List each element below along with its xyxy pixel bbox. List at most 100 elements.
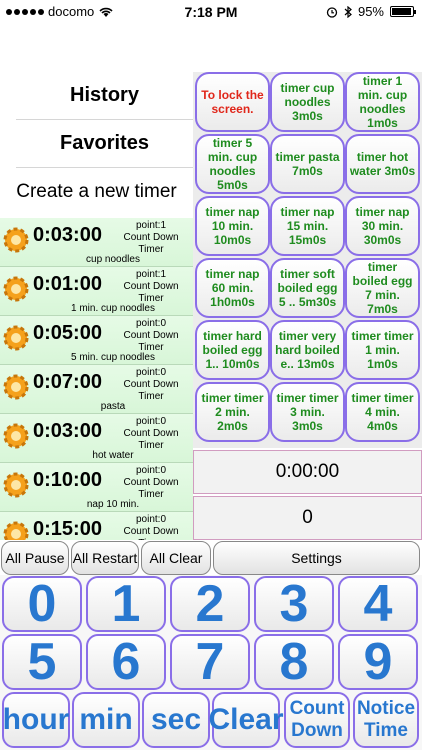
bluetooth-icon [344,5,352,18]
timer-name: cup noodles [86,254,140,265]
preset-button[interactable]: timer timer 4 min. 4m0s [345,382,420,442]
timer-point: point:0 [135,465,167,476]
history-button[interactable]: History [16,72,193,120]
timer-point: point:0 [135,416,167,427]
gear-icon[interactable] [1,519,31,540]
timer-time: 0:03:00 [33,420,102,442]
preset-button[interactable]: timer nap 60 min. 1h0m0s [195,258,270,318]
gear-icon[interactable] [1,274,31,304]
key-5[interactable]: 5 [2,633,82,691]
timer-point: point:0 [135,367,167,378]
key-0[interactable]: 0 [2,575,82,633]
status-bar: docomo 7:18 PM 95% [0,0,422,24]
all-clear-button[interactable]: All Clear [141,541,211,575]
battery-icon [390,6,416,17]
key-2[interactable]: 2 [170,575,250,633]
preset-button[interactable]: timer nap 15 min. 15m0s [270,196,345,256]
preset-button[interactable]: timer 1 min. cup noodles 1m0s [345,72,420,132]
timer-meta: point:1 Count Down Timer [113,220,189,256]
gear-icon[interactable] [1,323,31,353]
key-3[interactable]: 3 [254,575,334,633]
timer-name: pasta [100,401,126,412]
all-pause-button[interactable]: All Pause [1,541,69,575]
preset-button[interactable]: timer nap 30 min. 30m0s [345,196,420,256]
timer-time: 0:05:00 [33,322,102,344]
timer-name: nap 10 min. [86,499,140,510]
hour-button[interactable]: hour [2,692,70,748]
preset-grid: To lock the screen. timer cup noodles 3m… [193,72,422,448]
timer-list[interactable]: 0:03:00 point:1 Count Down Timer cup noodl… [0,218,193,540]
timer-point: point:1 [135,269,167,280]
timer-meta: point:1 Count Down Timer [113,269,189,305]
settings-button[interactable]: Settings [213,541,420,575]
preset-button[interactable]: timer timer 1 min. 1m0s [345,320,420,380]
key-9[interactable]: 9 [338,633,418,691]
preset-button[interactable]: timer hard boiled egg 1.. 10m0s [195,320,270,380]
preset-button[interactable]: timer nap 10 min. 10m0s [195,196,270,256]
timer-time: 0:10:00 [33,469,102,491]
preset-button[interactable]: timer soft boiled egg 5 .. 5m30s [270,258,345,318]
gear-icon[interactable] [1,470,31,500]
timer-row[interactable]: 0:01:00 point:1 Count Down Timer 1 min. cu… [0,267,193,316]
status-right: 95% [326,4,416,19]
timer-mode: Count Down [123,477,179,488]
preset-button[interactable]: timer hot water 3m0s [345,134,420,194]
preset-button[interactable]: timer timer 3 min. 3m0s [270,382,345,442]
timer-row[interactable]: 0:10:00 point:0 Count Down Timer nap 10 mi… [0,463,193,512]
create-timer-button[interactable]: Create a new timer [0,168,193,216]
timer-mode: Count Down [123,232,179,243]
timer-time: 0:03:00 [33,224,102,246]
preset-button[interactable]: timer boiled egg 7 min. 7m0s [345,258,420,318]
timer-point: point:0 [135,514,167,525]
timer-type: Timer [113,538,189,540]
preset-button[interactable]: timer very hard boiled e.. 13m0s [270,320,345,380]
count-down-button[interactable]: Count Down [284,692,350,748]
timer-time: 0:07:00 [33,371,102,393]
min-button[interactable]: min [72,692,140,748]
timer-row[interactable]: 0:07:00 point:0 Count Down Timer pasta [0,365,193,414]
timer-point: point:0 [135,318,167,329]
preset-button[interactable]: timer cup noodles 3m0s [270,72,345,132]
timer-name: 5 min. cup noodles [71,352,155,363]
timer-row[interactable]: 0:03:00 point:1 Count Down Timer cup noodl… [0,218,193,267]
battery-label: 95% [357,4,384,19]
timer-mode: Count Down [123,281,179,292]
key-8[interactable]: 8 [254,633,334,691]
timer-name: hot water [92,450,134,461]
clear-button[interactable]: Clear [208,692,284,748]
timer-time: 0:15:00 [33,518,102,540]
timer-row[interactable]: 0:03:00 point:0 Count Down Timer hot water [0,414,193,463]
gear-icon[interactable] [1,225,31,255]
key-6[interactable]: 6 [86,633,166,691]
menu: History Favorites Create a new timer [0,72,193,216]
timer-meta: point:0Count DownTimer [113,514,189,540]
preset-button[interactable]: timer pasta 7m0s [270,134,345,194]
all-restart-button[interactable]: All Restart [71,541,139,575]
lock-screen-button[interactable]: To lock the screen. [195,72,270,132]
preset-button[interactable]: timer 5 min. cup noodles 5m0s [195,134,270,194]
gear-icon[interactable] [1,372,31,402]
timer-time: 0:01:00 [33,273,102,295]
notice-time-button[interactable]: Notice Time [353,692,419,748]
alarm-icon [326,6,338,18]
timer-mode: Count Down [123,330,179,341]
key-4[interactable]: 4 [338,575,418,633]
timer-meta: point:0Count DownTimer [113,367,189,403]
keypad: 0 1 2 3 4 5 6 7 8 9 hour min sec Clear C… [0,575,422,750]
key-7[interactable]: 7 [170,633,250,691]
timer-meta: point:0Count DownTimer [113,318,189,354]
timer-mode: Count Down [123,428,179,439]
favorites-button[interactable]: Favorites [16,120,193,168]
time-display: 0:00:00 [193,450,422,494]
timer-point: point:1 [135,220,167,231]
timer-meta: point:0Count DownTimer [113,465,189,501]
count-display: 0 [193,496,422,540]
timer-row[interactable]: 0:15:00 point:0Count DownTimer [0,512,193,540]
timer-name: 1 min. cup noodles [71,303,155,314]
timer-meta: point:0Count DownTimer [113,416,189,452]
preset-button[interactable]: timer timer 2 min. 2m0s [195,382,270,442]
gear-icon[interactable] [1,421,31,451]
sec-button[interactable]: sec [142,692,210,748]
timer-row[interactable]: 0:05:00 point:0 Count Down Timer 5 min. cu… [0,316,193,365]
key-1[interactable]: 1 [86,575,166,633]
